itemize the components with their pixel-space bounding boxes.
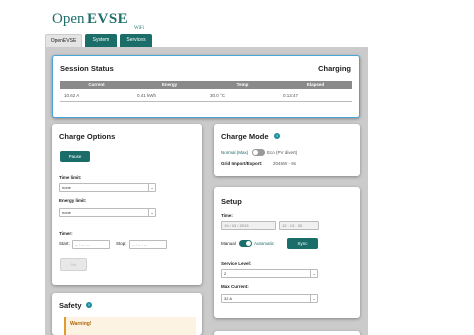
energy-limit-label: Energy limit: bbox=[59, 198, 87, 203]
warning-box: Warning! bbox=[64, 317, 196, 335]
status-table-header: Current Energy Temp Elapsed bbox=[60, 81, 352, 89]
pause-button[interactable]: Pause bbox=[60, 151, 90, 162]
start-time-input[interactable]: -- : -- : -- bbox=[72, 240, 110, 249]
chevron-down-icon: ⌄ bbox=[148, 209, 155, 216]
col-current: Current bbox=[88, 82, 105, 87]
max-current-label: Max Current: bbox=[221, 284, 249, 289]
page: Open EVSE WiFi OpenEVSE System Services … bbox=[0, 0, 474, 335]
safety-title: Safety bbox=[59, 301, 82, 310]
logo-open: Open bbox=[52, 11, 85, 27]
automatic-label: Automatic bbox=[254, 241, 275, 246]
time-input[interactable]: 12 : 13 : 33 bbox=[279, 221, 319, 230]
manual-label: Manual bbox=[221, 241, 236, 246]
auto-time-toggle[interactable] bbox=[239, 240, 252, 247]
col-temp: Temp bbox=[236, 82, 249, 87]
info-icon[interactable]: i bbox=[274, 133, 280, 139]
chevron-down-icon: ⌄ bbox=[310, 295, 317, 302]
elapsed-value: 0:13:47 bbox=[283, 93, 299, 98]
charge-options-card: Charge Options Pause Time limit: none ⌄ … bbox=[52, 124, 202, 285]
set-timer-label: Set bbox=[70, 262, 77, 267]
chevron-down-icon: ⌄ bbox=[310, 270, 317, 277]
chevron-down-icon: ⌄ bbox=[148, 184, 155, 191]
status-table: Current Energy Temp Elapsed 10.62 A 0.41… bbox=[60, 81, 352, 102]
energy-limit-select[interactable]: none ⌄ bbox=[59, 208, 156, 217]
session-status-title: Session Status bbox=[60, 64, 114, 73]
normal-mode-label: Normal (Max) bbox=[221, 150, 249, 155]
time-limit-select[interactable]: none ⌄ bbox=[59, 183, 156, 192]
grid-value: 2045W - 9s bbox=[273, 161, 297, 166]
stop-time-input[interactable]: -- : -- : -- bbox=[129, 240, 167, 249]
charge-mode-title: Charge Mode bbox=[221, 132, 269, 141]
time-limit-value: none bbox=[62, 185, 71, 190]
col-energy: Energy bbox=[161, 82, 178, 87]
time-limit-label: Time limit: bbox=[59, 175, 82, 180]
current-value: 10.62 A bbox=[64, 93, 80, 98]
sync-button[interactable]: Sync bbox=[287, 238, 318, 249]
service-level-label: Service Level: bbox=[221, 261, 252, 266]
timer-label: Timer: bbox=[59, 231, 73, 236]
setup-title: Setup bbox=[221, 197, 242, 206]
table-row: 10.62 A 0.41 kWh 30.0 °C 0:13:47 bbox=[60, 89, 352, 102]
service-level-select[interactable]: 2 ⌄ bbox=[221, 269, 318, 278]
openevse-logo: Open EVSE WiFi bbox=[52, 9, 172, 31]
date-input[interactable]: 19 / 03 / 2019 bbox=[221, 221, 276, 230]
set-timer-button[interactable]: Set bbox=[60, 258, 87, 271]
energy-value: 0.41 kWh bbox=[137, 93, 157, 98]
charging-state: Charging bbox=[318, 64, 351, 73]
max-current-select[interactable]: 32 A ⌄ bbox=[221, 294, 318, 303]
logo-evse: EVSE bbox=[87, 11, 129, 27]
temp-value: 30.0 °C bbox=[210, 93, 226, 98]
setup-card: Setup Time: 19 / 03 / 2019 12 : 13 : 33 … bbox=[214, 187, 360, 318]
next-card bbox=[214, 331, 360, 335]
info-icon[interactable]: i bbox=[86, 302, 92, 308]
energy-limit-value: none bbox=[62, 210, 71, 215]
toggle-knob bbox=[246, 241, 251, 246]
col-elapsed: Elapsed bbox=[306, 82, 325, 87]
tab-services[interactable]: Services bbox=[120, 34, 152, 47]
grid-label: Grid Import/Export: bbox=[221, 161, 263, 166]
logo-wifi: WiFi bbox=[134, 26, 145, 31]
toggle-knob bbox=[253, 150, 258, 155]
eco-mode-toggle[interactable] bbox=[252, 149, 265, 156]
warning-text: Warning! bbox=[70, 321, 92, 327]
tab-system[interactable]: System bbox=[85, 34, 117, 47]
max-current-value: 32 A bbox=[224, 296, 233, 301]
charge-mode-card: Charge Mode i Normal (Max) Eco (PV diver… bbox=[214, 124, 360, 176]
time-label: Time: bbox=[221, 213, 233, 218]
stop-label: Stop: bbox=[116, 241, 127, 246]
eco-mode-label: Eco (PV divert) bbox=[267, 150, 298, 155]
service-level-value: 2 bbox=[224, 271, 227, 276]
start-label: Start: bbox=[59, 241, 70, 246]
safety-card: Safety i Warning! bbox=[52, 293, 202, 335]
charge-options-title: Charge Options bbox=[59, 132, 116, 141]
tab-openevse[interactable]: OpenEVSE bbox=[45, 34, 82, 47]
session-status-card: Session Status Charging Current Energy T… bbox=[52, 55, 360, 118]
